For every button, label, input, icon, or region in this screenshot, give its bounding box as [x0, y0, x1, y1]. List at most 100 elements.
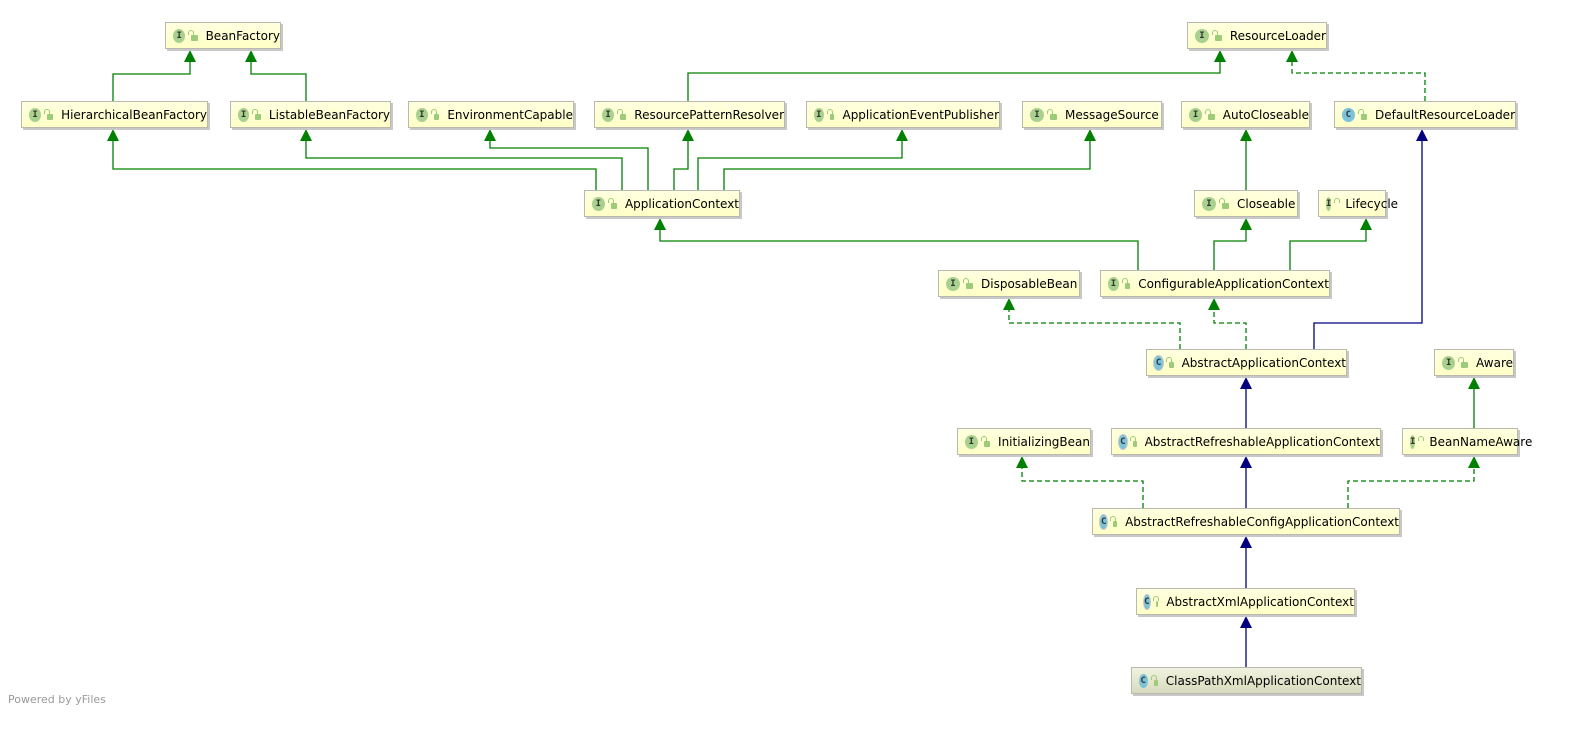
powered-by-label: Powered by yFiles [8, 693, 106, 706]
class-node-lifecycle[interactable]: I Lifecycle [1318, 190, 1398, 217]
class-name: Aware [1476, 355, 1513, 370]
interface-icon: I [602, 107, 615, 122]
interface-icon: I [29, 107, 42, 122]
class-node-listable-bean-factory[interactable]: I ListableBeanFactory [230, 101, 391, 128]
edge-extends-interface [673, 129, 694, 190]
edge-extends-class [1240, 456, 1252, 508]
class-node-abstract-refreshable-application-context[interactable]: C AbstractRefreshableApplicationContext [1111, 428, 1381, 455]
public-lock-icon [1166, 356, 1174, 368]
class-node-application-event-publisher[interactable]: I ApplicationEventPublisher [806, 101, 1000, 128]
class-node-bean-factory[interactable]: I BeanFactory [165, 22, 281, 49]
interface-icon: I [1108, 276, 1119, 291]
class-node-environment-capable[interactable]: I EnvironmentCapable [408, 101, 574, 128]
class-name: ClassPathXmlApplicationContext [1165, 673, 1361, 688]
arrowhead [1468, 377, 1480, 389]
public-lock-icon [1357, 108, 1368, 120]
arrowhead [1416, 129, 1428, 141]
class-name: AbstractXmlApplicationContext [1166, 594, 1354, 609]
arrowhead [896, 129, 908, 141]
class-node-bean-name-aware[interactable]: I BeanNameAware [1402, 428, 1532, 455]
interface-icon: I [1410, 434, 1416, 449]
class-node-closeable[interactable]: I Closeable [1194, 190, 1298, 217]
arrowhead [1214, 50, 1226, 62]
class-node-abstract-application-context[interactable]: C AbstractApplicationContext [1146, 349, 1347, 376]
abstract-class-icon: C [1144, 594, 1150, 609]
class-node-resource-loader[interactable]: I ResourceLoader [1187, 22, 1327, 49]
class-name: BeanNameAware [1429, 434, 1533, 449]
class-name: AbstractRefreshableApplicationContext [1144, 434, 1380, 449]
edge-extends-interface [1240, 129, 1252, 190]
class-node-hierarchical-bean-factory[interactable]: I HierarchicalBeanFactory [21, 101, 208, 128]
edge-line [1021, 467, 1144, 508]
arrowhead [1208, 298, 1220, 310]
abstract-class-icon: C [1154, 355, 1164, 370]
class-name: EnvironmentCapable [447, 107, 573, 122]
edge-implements [1208, 298, 1247, 349]
public-lock-icon [1458, 356, 1469, 368]
public-lock-icon [1150, 674, 1158, 686]
edge-line [723, 140, 1091, 190]
interface-icon: I [1195, 28, 1209, 43]
edge-line [659, 229, 1139, 270]
edge-line [1213, 229, 1247, 270]
class-name: Closeable [1237, 196, 1296, 211]
interface-icon: I [592, 196, 605, 211]
arrowhead [1286, 50, 1298, 62]
interface-icon: I [1442, 355, 1456, 370]
class-name: AbstractApplicationContext [1181, 355, 1346, 370]
arrowhead [1468, 456, 1480, 468]
class-name: ConfigurableApplicationContext [1138, 276, 1329, 291]
edge-line [1213, 309, 1247, 349]
class-node-abstract-xml-application-context[interactable]: C AbstractXmlApplicationContext [1136, 588, 1355, 615]
edge-extends-interface [245, 50, 307, 101]
edge-line [697, 140, 903, 190]
class-node-configurable-application-context[interactable]: I ConfigurableApplicationContext [1100, 270, 1330, 297]
arrowhead [682, 129, 694, 141]
class-node-application-context[interactable]: I ApplicationContext [584, 190, 740, 217]
public-lock-icon [1152, 595, 1159, 607]
public-lock-icon [617, 108, 627, 120]
class-node-class-path-xml-application-context[interactable]: C ClassPathXmlApplicationContext [1131, 667, 1362, 694]
arrowhead [1240, 218, 1252, 230]
interface-icon: I [1189, 107, 1203, 122]
edge-extends-interface [484, 129, 649, 190]
arrowhead [184, 50, 196, 62]
class-node-message-source[interactable]: I MessageSource [1022, 101, 1162, 128]
class-node-aware[interactable]: I Aware [1434, 349, 1514, 376]
class-icon: C [1342, 107, 1355, 122]
edge-extends-interface [107, 129, 597, 190]
interface-icon: I [1030, 107, 1044, 122]
interface-icon: I [946, 276, 960, 291]
class-node-abstract-refreshable-config-application-context[interactable]: C AbstractRefreshableConfigApplicationCon… [1092, 508, 1400, 535]
public-lock-icon [188, 29, 198, 41]
public-lock-icon [963, 277, 973, 289]
class-node-default-resource-loader[interactable]: C DefaultResourceLoader [1334, 101, 1516, 128]
class-node-auto-closeable[interactable]: I AutoCloseable [1181, 101, 1310, 128]
public-lock-icon [1121, 277, 1131, 289]
edge-extends-interface [687, 50, 1226, 101]
public-lock-icon [1110, 515, 1118, 527]
class-node-resource-pattern-resolver[interactable]: I ResourcePatternResolver [594, 101, 785, 128]
arrowhead [300, 129, 312, 141]
edge-line [1008, 309, 1181, 349]
class-node-initializing-bean[interactable]: I InitializingBean [957, 428, 1091, 455]
edge-line [489, 140, 649, 190]
arrowhead [1240, 616, 1252, 628]
class-name: InitializingBean [998, 434, 1090, 449]
edge-implements [1286, 50, 1426, 101]
interface-icon: I [238, 107, 250, 122]
class-name: ApplicationEventPublisher [842, 107, 999, 122]
class-node-disposable-bean[interactable]: I DisposableBean [938, 270, 1080, 297]
class-icon: C [1139, 673, 1148, 688]
interface-icon: I [1202, 196, 1216, 211]
edge-extends-interface [1468, 377, 1480, 428]
arrowhead [107, 129, 119, 141]
edge-extends-interface [697, 129, 908, 190]
edge-line [1313, 140, 1423, 349]
edge-line [687, 61, 1221, 101]
public-lock-icon [1219, 197, 1229, 209]
arrowhead [1016, 456, 1028, 468]
interface-icon: I [416, 107, 428, 122]
edge-extends-class [1240, 377, 1252, 428]
class-name: HierarchicalBeanFactory [61, 107, 207, 122]
